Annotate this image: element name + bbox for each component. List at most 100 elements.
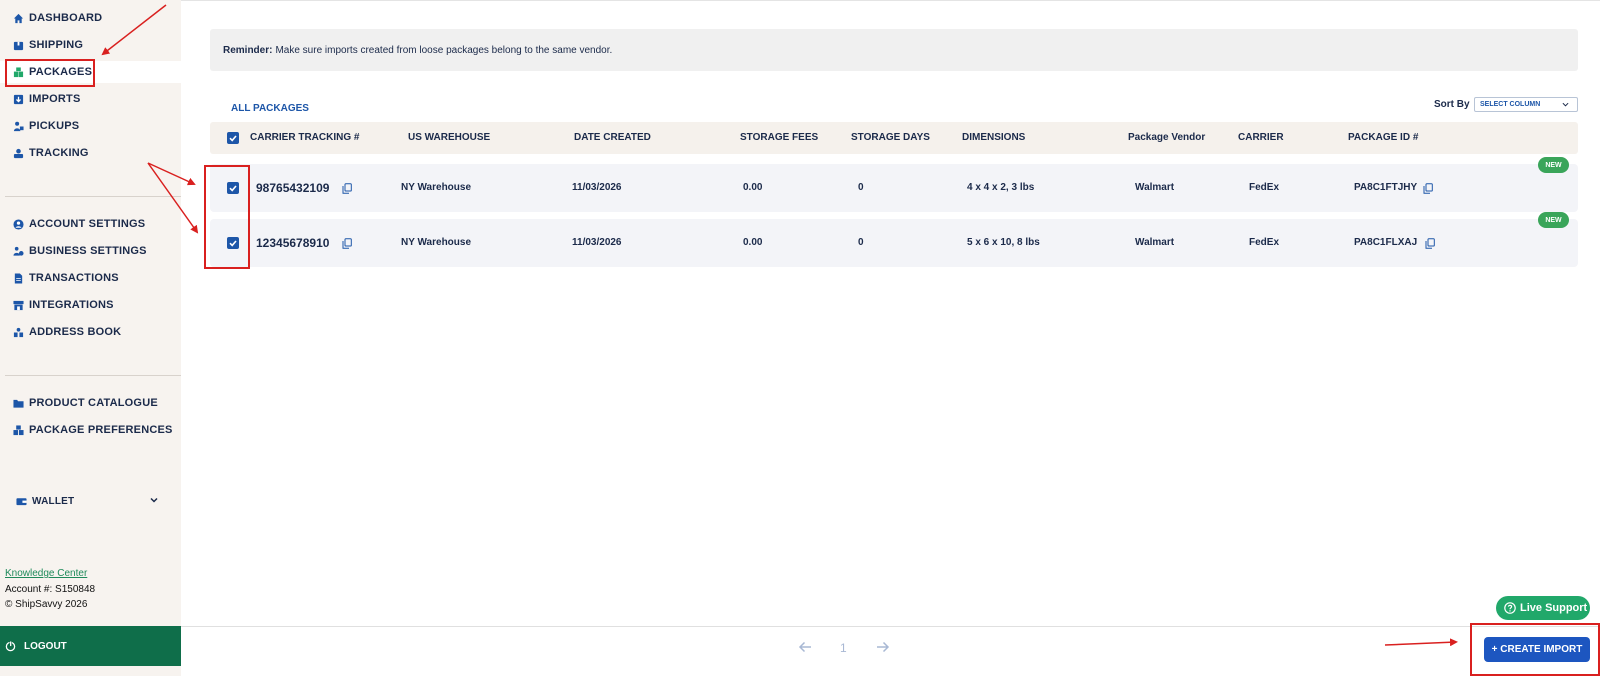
storage-days-cell: 0 [858, 237, 864, 248]
date-created-cell: 11/03/2026 [572, 237, 622, 248]
table-row[interactable]: 12345678910 NY Warehouse 11/03/2026 0.00… [210, 212, 1578, 267]
sidebar-item-account-settings[interactable]: ACCOUNT SETTINGS [0, 213, 181, 235]
sidebar-item-dashboard[interactable]: DASHBOARD [0, 7, 181, 29]
sidebar-item-label: ACCOUNT SETTINGS [29, 218, 146, 230]
checkmark-icon [229, 135, 237, 142]
footer-divider [181, 626, 1600, 627]
date-created-cell: 11/03/2026 [572, 182, 622, 193]
create-import-button[interactable]: + CREATE IMPORT [1484, 637, 1590, 662]
sidebar-item-pickups[interactable]: PICKUPS [0, 115, 181, 137]
sidebar-item-business-settings[interactable]: BUSINESS SETTINGS [0, 240, 181, 262]
sidebar-item-tracking[interactable]: TRACKING [0, 142, 181, 164]
sidebar-item-label: TRACKING [29, 147, 89, 159]
sidebar-item-shipping[interactable]: SHIPPING [0, 34, 181, 56]
select-all-checkbox[interactable] [227, 132, 239, 144]
sidebar-item-label: IMPORTS [29, 93, 81, 105]
checkmark-icon [229, 240, 237, 247]
sidebar-item-label: WALLET [32, 495, 75, 507]
package-id-cell: PA8C1FLXAJ [1354, 237, 1418, 248]
row-checkbox[interactable] [227, 182, 239, 194]
business-icon [13, 246, 24, 257]
user-icon [13, 218, 24, 230]
sidebar-item-label: PRODUCT CATALOGUE [29, 397, 158, 409]
table-row[interactable]: 98765432109 NY Warehouse 11/03/2026 0.00… [210, 157, 1578, 212]
copy-icon[interactable] [1425, 238, 1435, 249]
sidebar-item-product-catalogue[interactable]: PRODUCT CATALOGUE [0, 392, 181, 414]
vendor-cell: Walmart [1135, 237, 1175, 248]
shipping-icon [13, 40, 24, 51]
sidebar: DASHBOARD SHIPPING PACKAGES IMPORTS PICK [0, 0, 181, 676]
dimensions-cell: 4 x 4 x 2, 3 lbs [967, 182, 1035, 193]
sidebar-item-package-preferences[interactable]: PACKAGE PREFERENCES [0, 419, 181, 441]
sidebar-item-label: PACKAGES [29, 66, 93, 78]
column-header-tracking[interactable]: CARRIER TRACKING # [250, 132, 359, 143]
carrier-cell: FedEx [1249, 237, 1280, 248]
live-support-label: Live Support [1520, 602, 1588, 614]
tab-all-packages[interactable]: ALL PACKAGES [223, 97, 317, 121]
sidebar-item-label: ADDRESS BOOK [29, 326, 122, 338]
column-header-package-id[interactable]: PACKAGE ID # [1348, 132, 1418, 143]
sidebar-item-wallet[interactable]: WALLET [0, 490, 181, 512]
chevron-down-icon[interactable] [149, 495, 159, 505]
column-header-carrier[interactable]: CARRIER [1238, 132, 1284, 143]
copy-icon[interactable] [342, 183, 352, 194]
previous-page-icon[interactable] [798, 641, 812, 653]
sort-by-label: Sort By [1434, 99, 1470, 110]
copy-icon[interactable] [342, 238, 352, 249]
column-header-warehouse[interactable]: US WAREHOUSE [408, 132, 490, 143]
sort-selected-value: SELECT COLUMN [1480, 101, 1541, 108]
knowledge-center-link[interactable]: Knowledge Center [5, 568, 87, 579]
column-header-storage-days[interactable]: STORAGE DAYS [851, 132, 930, 143]
storage-fees-cell: 0.00 [743, 182, 763, 193]
wallet-icon [16, 496, 27, 507]
sidebar-item-address-book[interactable]: ADDRESS BOOK [0, 321, 181, 343]
sidebar-item-transactions[interactable]: TRANSACTIONS [0, 267, 181, 289]
package-id-cell: PA8C1FTJHY [1354, 182, 1418, 193]
live-support-button[interactable]: Live Support [1496, 596, 1590, 620]
account-number: Account #: S150848 [5, 584, 96, 595]
storage-days-cell: 0 [858, 182, 864, 193]
tracking-number: 98765432109 [256, 181, 330, 195]
reminder-prefix: Reminder: [223, 44, 273, 56]
sidebar-item-label: BUSINESS SETTINGS [29, 245, 147, 257]
sidebar-item-label: TRANSACTIONS [29, 272, 119, 284]
sidebar-item-label: PACKAGE PREFERENCES [29, 424, 173, 436]
boxes-icon [13, 424, 24, 436]
sidebar-item-integrations[interactable]: INTEGRATIONS [0, 294, 181, 316]
sidebar-divider [5, 196, 181, 197]
sidebar-item-packages[interactable]: PACKAGES [0, 61, 181, 83]
reminder-text: Make sure imports created from loose pac… [275, 44, 613, 56]
sidebar-item-imports[interactable]: IMPORTS [0, 88, 181, 110]
sidebar-divider [5, 375, 181, 376]
column-header-date-created[interactable]: DATE CREATED [574, 132, 651, 143]
new-badge: NEW [1538, 157, 1569, 173]
vendor-cell: Walmart [1135, 182, 1175, 193]
sort-column-select[interactable]: SELECT COLUMN [1474, 97, 1578, 112]
carrier-cell: FedEx [1249, 182, 1280, 193]
new-badge: NEW [1538, 212, 1569, 228]
logout-label: LOGOUT [24, 640, 67, 652]
top-divider [181, 0, 1600, 1]
column-header-vendor[interactable]: Package Vendor [1128, 132, 1205, 143]
row-checkbox[interactable] [227, 237, 239, 249]
table-header: CARRIER TRACKING # US WAREHOUSE DATE CRE… [210, 122, 1578, 154]
chevron-down-icon [1562, 102, 1569, 107]
tracking-icon [13, 148, 24, 159]
imports-icon [13, 94, 24, 105]
column-header-storage-fees[interactable]: STORAGE FEES [740, 132, 818, 143]
dimensions-cell: 5 x 6 x 10, 8 lbs [967, 237, 1040, 248]
document-icon [13, 272, 24, 284]
home-icon [13, 13, 24, 24]
current-page[interactable]: 1 [840, 641, 847, 655]
help-icon [1504, 602, 1516, 614]
logout-icon [5, 640, 16, 651]
pickups-icon [13, 121, 24, 132]
next-page-icon[interactable] [876, 641, 890, 653]
sidebar-item-label: INTEGRATIONS [29, 299, 114, 311]
packages-icon [13, 66, 24, 78]
storage-fees-cell: 0.00 [743, 237, 763, 248]
store-icon [13, 300, 24, 311]
copy-icon[interactable] [1423, 183, 1433, 194]
logout-button[interactable]: LOGOUT [0, 626, 181, 666]
column-header-dimensions[interactable]: DIMENSIONS [962, 132, 1025, 143]
